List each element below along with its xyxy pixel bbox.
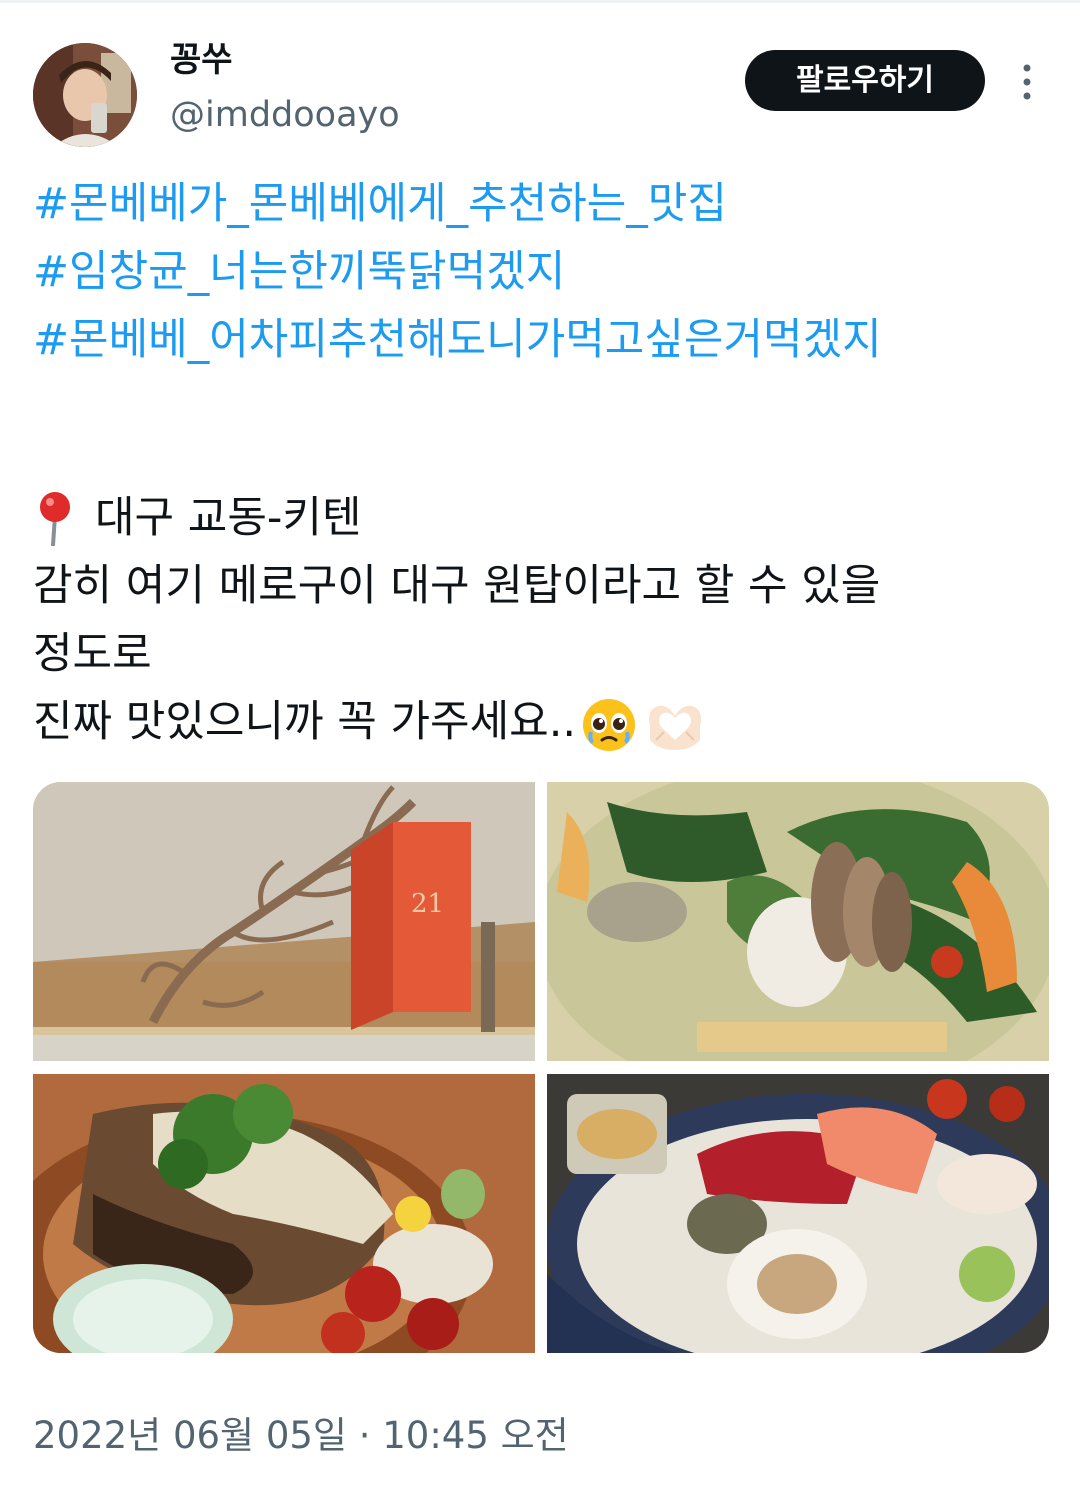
location-text: 대구 교동-키텐 [95, 493, 362, 543]
hashtag-link[interactable]: #임창균_너는한끼뚝닭먹겠지 [33, 238, 1053, 306]
photo-soup-with-greens[interactable] [547, 782, 1049, 1061]
follow-button[interactable]: 팔로우하기 [745, 50, 985, 111]
round-pushpin-icon [40, 492, 70, 546]
tweet-timestamp[interactable]: 2022년 06월 05일 · 10:45 오전 [33, 1412, 569, 1460]
pleading-face-icon [583, 698, 636, 751]
author-handle[interactable]: @imddooayo [170, 92, 400, 138]
media-grid: 21 [33, 782, 1049, 1353]
body-line-last: 진짜 맛있으니까 꼭 가주세요.. [33, 688, 1053, 756]
author-display-name[interactable]: 꽁쑤 [170, 38, 233, 82]
more-vertical-icon[interactable] [1012, 60, 1042, 104]
body-line: 정도로 [33, 629, 152, 679]
photo-sashimi-platter[interactable] [547, 1074, 1049, 1353]
tweet-text: #몬베베가_몬베베에게_추천하는_맛집 #임창균_너는한끼뚝닭먹겠지 #몬베베_… [33, 170, 1053, 756]
box-label: 21 [411, 889, 444, 919]
top-divider [0, 0, 1080, 3]
photo-branch-decor-red-box[interactable]: 21 [33, 782, 535, 1061]
hashtag-link[interactable]: #몬베베가_몬베베에게_추천하는_맛집 [33, 170, 1053, 238]
photo-grilled-fish[interactable] [33, 1074, 535, 1353]
body-line: 감히 여기 메로구이 대구 원탑이라고 할 수 있을 [33, 561, 881, 611]
location-line: 대구 교동-키텐 [33, 484, 1053, 552]
heart-hands-icon [649, 705, 702, 750]
body-line-text: 진짜 맛있으니까 꼭 가주세요.. [33, 697, 577, 747]
profile-photo-icon [33, 43, 137, 147]
author-avatar[interactable] [33, 43, 137, 147]
hashtag-link[interactable]: #몬베베_어차피추천해도니가먹고싶은거먹겠지 [33, 306, 1053, 374]
